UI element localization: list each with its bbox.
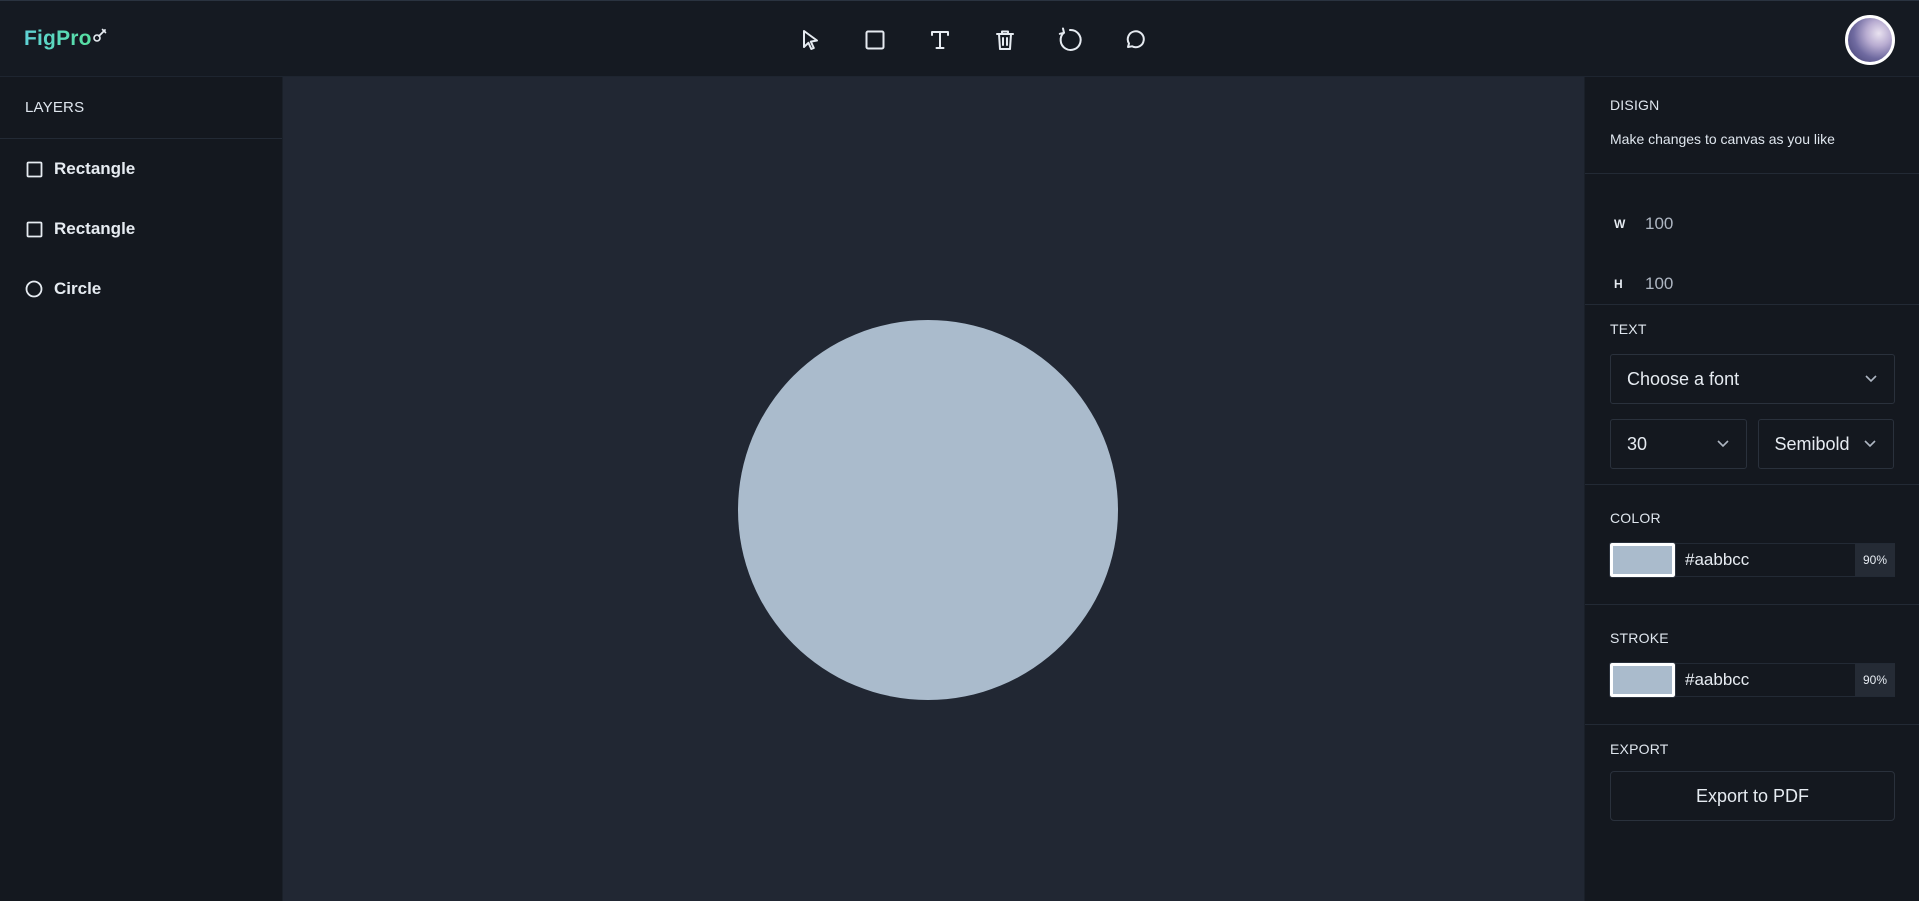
chevron-down-icon: [1863, 434, 1877, 455]
rotate-icon: [1058, 27, 1082, 51]
layer-label: Rectangle: [54, 219, 136, 238]
fill-color-hex-input[interactable]: #aabbcc: [1685, 550, 1855, 570]
square-icon: [25, 160, 43, 178]
height-input[interactable]: 100: [1639, 274, 1673, 294]
layer-item-circle[interactable]: Circle: [0, 259, 282, 319]
width-input[interactable]: 100: [1639, 214, 1673, 234]
layer-label: Rectangle: [54, 159, 136, 178]
toolbar: [790, 20, 1155, 60]
square-icon: [25, 220, 43, 238]
design-subtitle: Make changes to canvas as you like: [1610, 131, 1835, 147]
cursor-icon: [803, 30, 818, 50]
layers-sidebar: LAYERS Rectangle Rectangle Circle: [0, 77, 283, 901]
color-title: COLOR: [1610, 510, 1661, 526]
layer-item-rectangle-1[interactable]: Rectangle: [0, 139, 282, 199]
export-title: EXPORT: [1610, 741, 1669, 757]
canvas-circle-shape[interactable]: [738, 320, 1118, 700]
fill-color-swatch[interactable]: [1609, 542, 1676, 578]
top-navbar: FigPro: [0, 0, 1919, 77]
width-label: W: [1614, 217, 1626, 231]
layer-label: Circle: [54, 279, 102, 298]
stroke-color-swatch[interactable]: [1609, 662, 1676, 698]
font-size-select[interactable]: 30: [1610, 419, 1747, 469]
width-row: W 100: [1585, 194, 1919, 254]
rectangle-icon: [865, 30, 885, 50]
comment-icon: [1126, 30, 1145, 49]
chevron-down-icon: [1864, 369, 1878, 390]
height-label: H: [1614, 277, 1623, 291]
design-title: DISIGN: [1610, 97, 1660, 113]
color-section: COLOR #aabbcc 90%: [1585, 485, 1919, 605]
delete-tool-button[interactable]: [985, 20, 1025, 60]
layer-item-rectangle-2[interactable]: Rectangle: [0, 199, 282, 259]
stroke-color-hex-input[interactable]: #aabbcc: [1685, 670, 1855, 690]
stroke-title: STROKE: [1610, 630, 1669, 646]
text-icon: [931, 31, 949, 49]
app-logo: FigPro: [24, 25, 107, 53]
reset-tool-button[interactable]: [1050, 20, 1090, 60]
stroke-color-row: #aabbcc 90%: [1609, 662, 1895, 698]
layers-title: LAYERS: [0, 77, 282, 139]
fill-opacity-value[interactable]: 90%: [1855, 544, 1895, 576]
font-weight-value: Semibold: [1774, 433, 1850, 454]
select-tool-button[interactable]: [790, 20, 830, 60]
comment-tool-button[interactable]: [1115, 20, 1155, 60]
export-pdf-button[interactable]: Export to PDF: [1610, 771, 1895, 821]
app-logo-text: FigPro: [24, 27, 92, 50]
rectangle-tool-button[interactable]: [855, 20, 895, 60]
font-family-select[interactable]: Choose a font: [1610, 354, 1895, 404]
font-options-row: 30 Semibold: [1610, 419, 1894, 469]
drawing-canvas[interactable]: [283, 77, 1584, 901]
font-size-value: 30: [1627, 433, 1648, 454]
font-weight-select[interactable]: Semibold: [1757, 419, 1894, 469]
circle-icon: [25, 280, 43, 298]
chevron-down-icon: [1716, 434, 1730, 455]
fill-color-row: #aabbcc 90%: [1609, 542, 1895, 578]
design-section: DISIGN Make changes to canvas as you lik…: [1585, 77, 1919, 174]
stroke-opacity-value[interactable]: 90%: [1855, 664, 1895, 696]
export-section: EXPORT Export to PDF: [1585, 725, 1919, 821]
text-section: TEXT Choose a font 30 Semibold: [1585, 305, 1919, 485]
text-title: TEXT: [1610, 321, 1647, 337]
pen-tool-icon: [92, 28, 107, 42]
design-panel: DISIGN Make changes to canvas as you lik…: [1584, 77, 1919, 901]
font-family-value: Choose a font: [1627, 368, 1740, 389]
text-tool-button[interactable]: [920, 20, 960, 60]
trash-icon: [996, 30, 1014, 50]
stroke-section: STROKE #aabbcc 90%: [1585, 605, 1919, 725]
dimensions-section: W 100 H 100: [1585, 174, 1919, 305]
user-avatar[interactable]: [1845, 15, 1895, 65]
